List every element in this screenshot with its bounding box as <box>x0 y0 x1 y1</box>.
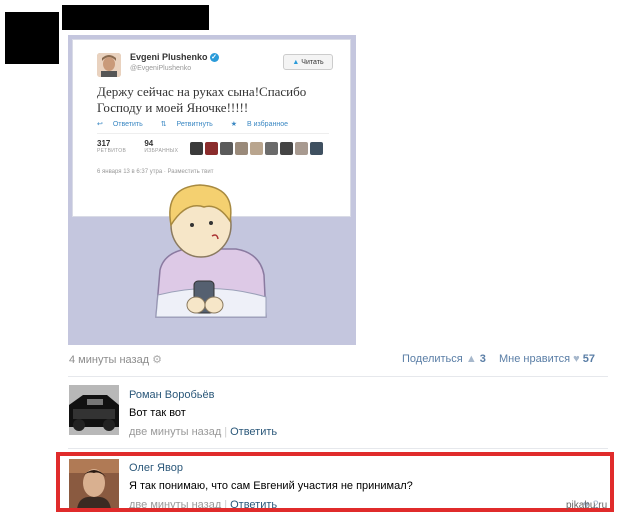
like-button[interactable]: Мне нравится ♥ 57 <box>499 353 595 365</box>
share-button[interactable]: Поделиться ▲ 3 <box>402 353 486 365</box>
post-image[interactable]: Evgeni Plushenko ✓ @EvgeniPlushenko ▲ Чит… <box>68 35 356 345</box>
megaphone-icon: ▲ <box>465 353 477 365</box>
divider <box>68 448 608 449</box>
cartoon-illustration <box>155 184 267 318</box>
gear-icon: ⚙ <box>152 354 163 366</box>
divider <box>68 376 608 377</box>
comment-meta: две минуты назад | Ответить <box>129 426 278 438</box>
comment-text: Вот так вот <box>129 407 186 419</box>
comment-avatar[interactable] <box>69 385 119 435</box>
watermark: pikabu.ru <box>566 500 608 511</box>
reply-button[interactable]: Ответить <box>230 426 277 438</box>
post-time[interactable]: 4 минуты назад ⚙ <box>69 353 162 366</box>
heart-icon: ♥ <box>573 353 580 365</box>
redacted-name <box>62 5 209 30</box>
comment-author[interactable]: Роман Воробьёв <box>129 389 214 401</box>
comment-time[interactable]: две минуты назад <box>129 426 221 438</box>
highlight-frame <box>56 452 614 512</box>
redacted-avatar <box>5 12 59 64</box>
